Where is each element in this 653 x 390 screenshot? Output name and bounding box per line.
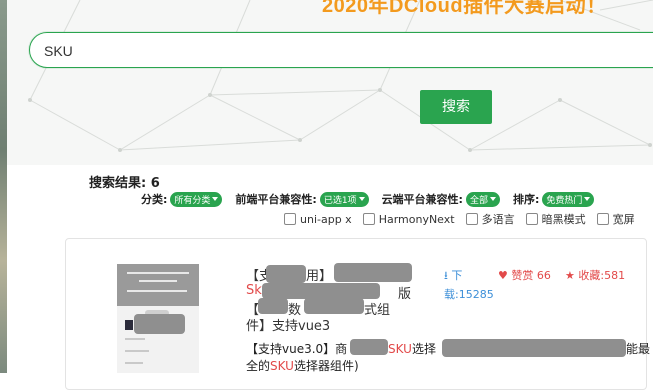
- desc-sku-highlight: SKU: [270, 359, 294, 373]
- filter-frontend-value: 已选1项: [323, 195, 357, 206]
- thumbnail-line: [127, 272, 189, 274]
- caret-down-icon: [489, 197, 496, 201]
- favorites-stat[interactable]: ★ 收藏:581: [565, 267, 625, 283]
- checkbox-harmonynext[interactable]: HarmonyNext: [362, 212, 455, 226]
- checkbox-label: 宽屏: [612, 213, 635, 226]
- thumbnail-product-image: [125, 320, 133, 330]
- desc-part: 【支持vue3.0】商: [246, 342, 348, 356]
- sort-dropdown[interactable]: 免费热门: [542, 191, 595, 207]
- thumbnail-line: [125, 338, 145, 340]
- desc-part: 选择器组件): [293, 359, 359, 373]
- thumbnail-header: [117, 264, 199, 306]
- checkbox-uni-app-x[interactable]: uni-app x: [284, 213, 352, 226]
- filter-category-value: 所有分类: [174, 195, 211, 206]
- caret-down-icon: [358, 197, 365, 201]
- downloads-stat: ⭳ 下: [444, 267, 462, 286]
- checkbox-label: HarmonyNext: [378, 212, 455, 226]
- desc-part: 全的: [246, 359, 271, 373]
- checkbox-label: 多语言: [481, 213, 515, 226]
- desc-part: 能最: [626, 342, 651, 356]
- thumbnail-line: [139, 280, 177, 282]
- redaction-block: [258, 298, 288, 314]
- filter-label-category: 分类:: [141, 193, 168, 206]
- redaction-block: [442, 339, 626, 357]
- thumbnail-line: [125, 350, 149, 352]
- download-icon: ⭳: [444, 269, 448, 282]
- background-photo-edge: [0, 0, 7, 373]
- redaction-block: [304, 298, 364, 314]
- plugin-title-sku[interactable]: Sk: [246, 283, 262, 298]
- filter-cloud-dropdown[interactable]: 全部: [465, 191, 500, 207]
- plugin-title-part[interactable]: 件】支持vue3: [246, 315, 330, 334]
- caret-down-icon: [212, 197, 219, 201]
- caret-down-icon: [584, 197, 591, 201]
- redaction-block: [134, 314, 185, 334]
- redaction-block: [262, 283, 380, 299]
- favorites-label: 收藏:581: [578, 269, 626, 282]
- desc-part: 全的SKU选择器组件): [246, 357, 359, 374]
- filter-label-cloud: 云端平台兼容性:: [381, 193, 463, 206]
- plugin-title-part[interactable]: 式组: [364, 299, 390, 318]
- checkbox-box[interactable]: [284, 213, 296, 225]
- redaction-block: [266, 265, 306, 283]
- checkbox-box[interactable]: [465, 213, 478, 225]
- search-button[interactable]: 搜索: [420, 90, 492, 124]
- checkbox-box[interactable]: [596, 213, 609, 225]
- downloads-count: 载:15285: [444, 288, 494, 301]
- thumbnail-line: [127, 290, 187, 292]
- likes-label: 赞赏 66: [511, 269, 551, 282]
- plugin-title-part[interactable]: 用】: [306, 265, 332, 284]
- filter-frontend-dropdown[interactable]: 已选1项: [319, 191, 369, 207]
- checkbox-multilanguage[interactable]: 多语言: [465, 211, 515, 227]
- search-input[interactable]: [42, 40, 606, 62]
- filter-row: 分类: 所有分类 前端平台兼容性: 已选1项 云端平台兼容性: 全部 排序: 免…: [141, 190, 607, 208]
- plugin-title-part[interactable]: 版: [398, 283, 411, 302]
- result-count: 搜索结果: 6: [89, 176, 160, 191]
- redaction-block: [334, 263, 412, 282]
- network-pattern: [28, 0, 653, 152]
- checkbox-widescreen[interactable]: 宽屏: [596, 211, 635, 227]
- sort-value: 免费热门: [546, 195, 583, 206]
- hero-background: [0, 0, 653, 165]
- checkbox-dark-mode[interactable]: 暗黑模式: [525, 211, 586, 227]
- star-icon: ★: [565, 269, 575, 282]
- feature-checkboxes: uni-app x HarmonyNext 多语言 暗黑模式 宽屏: [284, 211, 646, 227]
- thumbnail-line: [125, 362, 143, 364]
- likes-stat[interactable]: ♥ 赞赏 66: [498, 267, 551, 283]
- banner-title[interactable]: 2020年DCloud插件大赛启动！: [322, 0, 607, 17]
- redaction-block: [350, 339, 388, 355]
- desc-part: SKU选择: [388, 340, 436, 357]
- downloads-label: 下: [451, 269, 463, 282]
- heart-icon: ♥: [498, 269, 508, 282]
- checkbox-box[interactable]: [362, 213, 375, 225]
- search-box[interactable]: [29, 32, 653, 68]
- filter-label-sort: 排序:: [512, 193, 540, 206]
- desc-sku-highlight: SKU: [388, 342, 412, 356]
- checkbox-label: 暗黑模式: [541, 213, 586, 226]
- checkbox-label: uni-app x: [300, 212, 352, 226]
- desc-part: 选择: [411, 342, 436, 356]
- filter-label-frontend: 前端平台兼容性:: [235, 193, 317, 206]
- filter-cloud-value: 全部: [469, 195, 488, 206]
- filter-category-dropdown[interactable]: 所有分类: [170, 191, 223, 207]
- checkbox-box[interactable]: [525, 213, 538, 225]
